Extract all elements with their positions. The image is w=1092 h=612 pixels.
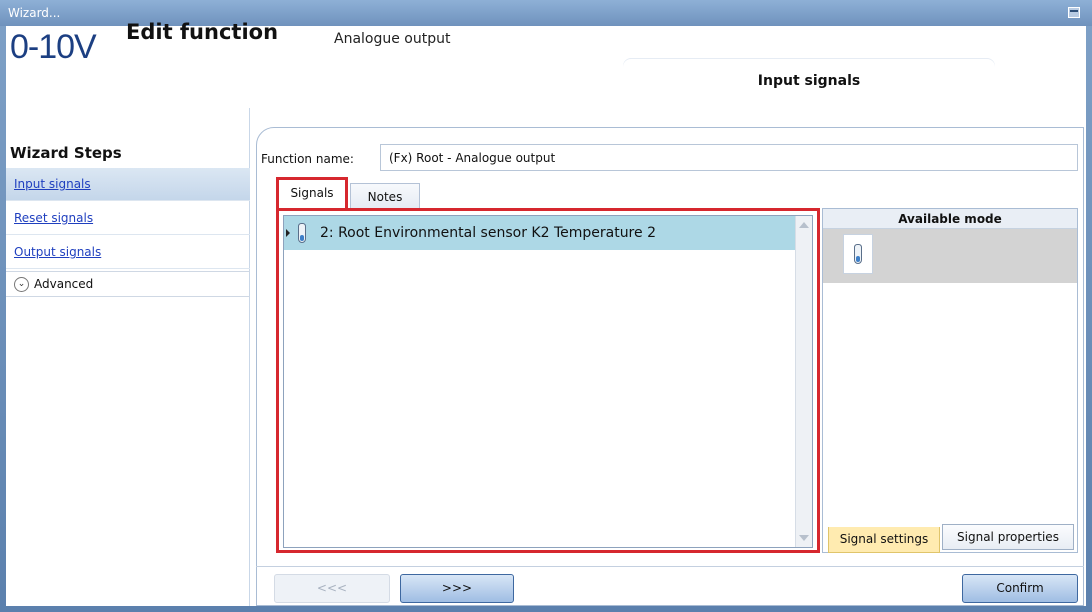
sidebar-item-output-signals[interactable]: Output signals: [6, 236, 250, 269]
sidebar-item-input-signals[interactable]: Input signals: [6, 168, 250, 201]
advanced-label: Advanced: [34, 277, 94, 291]
footer-divider: [256, 566, 1084, 567]
sidebar-item-reset-signals[interactable]: Reset signals: [6, 202, 250, 235]
sidebar-item-label[interactable]: Input signals: [14, 177, 91, 191]
function-name-input[interactable]: (Fx) Root - Analogue output: [380, 144, 1078, 171]
sidebar-item-label[interactable]: Reset signals: [14, 211, 93, 225]
function-name-value: (Fx) Root - Analogue output: [389, 151, 556, 165]
signals-list: 2: Root Environmental sensor K2 Temperat…: [283, 215, 813, 548]
wizard-window: Wizard... 0-10V Edit function Analogue o…: [0, 0, 1092, 612]
window-restore-button[interactable]: [1068, 7, 1080, 18]
tab-signals-label: Signals: [290, 186, 334, 200]
wizard-steps-panel: Wizard Steps Input signals Reset signals…: [6, 108, 250, 606]
scroll-down-icon[interactable]: [799, 535, 809, 541]
available-mode-body: [823, 229, 1077, 283]
scroll-up-icon[interactable]: [799, 222, 809, 228]
tab-notes-label: Notes: [367, 190, 403, 204]
window-title: Wizard...: [8, 6, 61, 20]
tab-signal-properties[interactable]: Signal properties: [942, 524, 1074, 550]
sidebar-item-label[interactable]: Output signals: [14, 245, 101, 259]
page-title: Edit function: [126, 20, 279, 44]
row-indicator-icon: [286, 229, 290, 237]
available-mode-option[interactable]: [843, 234, 873, 274]
next-button[interactable]: >>>: [400, 574, 514, 603]
logo: 0-10V: [10, 28, 97, 66]
back-button[interactable]: <<<: [274, 574, 390, 603]
current-step-label: Input signals: [757, 73, 861, 89]
function-name-label: Function name:: [261, 152, 354, 166]
wizard-steps-title: Wizard Steps: [10, 144, 122, 162]
tab-signals[interactable]: Signals: [276, 177, 348, 209]
available-mode-header: Available mode: [823, 209, 1077, 229]
thermometer-icon: [298, 223, 306, 243]
signal-row-label: 2: Root Environmental sensor K2 Temperat…: [320, 225, 656, 241]
signals-list-scrollbar[interactable]: [795, 216, 812, 547]
tab-notes[interactable]: Notes: [350, 183, 420, 208]
signal-row[interactable]: 2: Root Environmental sensor K2 Temperat…: [284, 216, 796, 250]
signals-list-highlight: 2: Root Environmental sensor K2 Temperat…: [276, 208, 820, 553]
tab-signal-settings[interactable]: Signal settings: [828, 527, 940, 553]
chevron-down-icon[interactable]: ⌄: [14, 277, 29, 292]
page-subtitle: Analogue output: [334, 31, 451, 47]
advanced-expander[interactable]: ⌄ Advanced: [6, 271, 250, 297]
confirm-button[interactable]: Confirm: [962, 574, 1078, 603]
current-step-tab: Input signals: [623, 59, 995, 105]
thermometer-icon: [854, 244, 862, 264]
available-mode-panel: Available mode: [822, 208, 1078, 553]
